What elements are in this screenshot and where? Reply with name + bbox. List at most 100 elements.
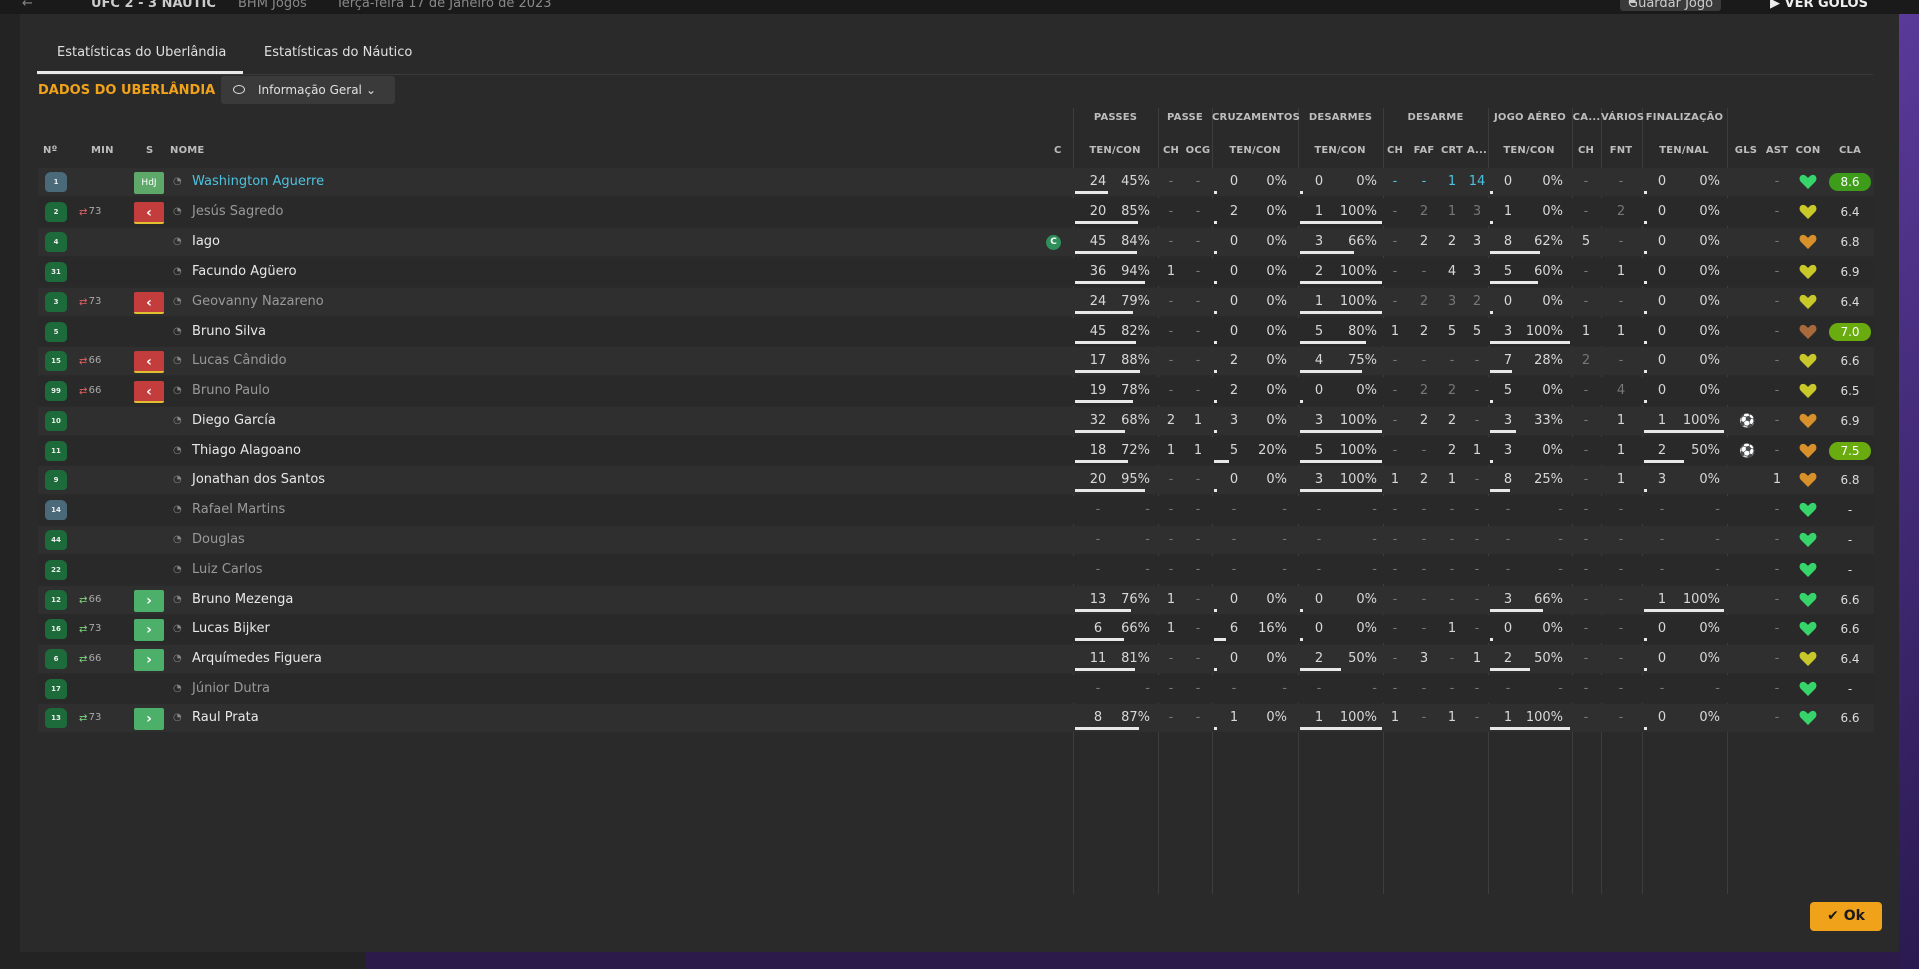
tab-nautico-stats[interactable]: Estatísticas do Náutico (264, 36, 412, 74)
table-row[interactable]: 15 ⇄ 66 ‹ ◔ Lucas Cândido 17 88% - -2 0% 4 75% - - - -7 2… (38, 347, 1874, 375)
table-row[interactable]: 9 ◔ Jonathan dos Santos 20 95% - -0 0% 3 100% 1 2 1-… (38, 466, 1874, 494)
col-header-gls[interactable]: GLS (1735, 145, 1757, 156)
table-row[interactable]: 13 ⇄ 73 › ◔ Raul Prata 8 87% - -1 0% 1 100% 1-1-1 100%… (38, 704, 1874, 732)
player-name[interactable]: Jonathan dos Santos (192, 466, 325, 494)
player-name[interactable]: Thiago Alagoano (192, 437, 301, 465)
player-name[interactable]: Luiz Carlos (192, 556, 263, 584)
match-date: Terça-feira 17 de Janeiro de 2023 (336, 0, 552, 11)
col-header-num[interactable]: Nº (43, 145, 57, 156)
table-row[interactable]: 12 ⇄ 66 › ◔ Bruno Mezenga 13 76% 1-0 0% 0 0% - - - -3 66… (38, 586, 1874, 614)
player-name[interactable]: Bruno Paulo (192, 377, 270, 405)
player-name[interactable]: Douglas (192, 526, 245, 554)
player-name[interactable]: Júnior Dutra (192, 675, 270, 703)
person-icon: ◔ (173, 653, 182, 664)
col-header-passes[interactable]: TEN/CON (1089, 145, 1140, 156)
ok-button[interactable]: ✔ Ok (1810, 902, 1882, 931)
col-header-varios-fnt[interactable]: FNT (1610, 145, 1633, 156)
table-row[interactable]: 10 ◔ Diego García 32 68% 2 1 3 0% 3 100% -2 2-3 33% -1… (38, 407, 1874, 435)
chances-created: - (1195, 324, 1201, 339)
table-row[interactable]: 1 HdJ ◔ Washington Aguerre 24 45% - -0 0% 0 0% - -1 1… (38, 168, 1874, 196)
player-name[interactable]: Diego García (192, 407, 276, 435)
percentage-bar (1300, 191, 1303, 194)
player-name[interactable]: Facundo Agüero (192, 258, 297, 286)
percentage-bar (1300, 370, 1362, 373)
person-icon: ◔ (173, 176, 182, 187)
desarme-a: 3 (1472, 234, 1482, 249)
back-arrow-icon[interactable]: ← (22, 0, 33, 11)
crosses-attempted: 5 (1229, 443, 1239, 458)
col-header-finalizacao[interactable]: TEN/NAL (1659, 145, 1709, 156)
key-passes: - (1168, 472, 1174, 487)
table-row[interactable]: 22 ◔ Luiz Carlos - - - - - - - - - - - - - - - - - - - - (38, 556, 1874, 584)
player-name[interactable]: Iago (192, 228, 220, 256)
table-row[interactable]: 17 ◔ Júnior Dutra - - - - - - - - - - - - - - - - - - - - (38, 675, 1874, 703)
col-header-con[interactable]: CON (1796, 145, 1821, 156)
table-row[interactable]: 2 ⇄ 73 ‹ ◔ Jesús Sagredo 20 85% - -2 0% 1 100% -2 1 3 1 0… (38, 198, 1874, 226)
ca-ch: - (1583, 472, 1589, 487)
col-header-s[interactable]: S (146, 145, 153, 156)
player-name[interactable]: Lucas Cândido (192, 347, 287, 375)
table-row[interactable]: 44 ◔ Douglas - - - - - - - - - - - - - - - - - - - - (38, 526, 1874, 554)
player-name[interactable]: Rafael Martins (192, 496, 285, 524)
col-header-ca-ch[interactable]: CH (1578, 145, 1594, 156)
view-goals-button[interactable]: ▶ VER GOLOS (1770, 0, 1868, 11)
table-row[interactable]: 16 ⇄ 73 › ◔ Lucas Bijker 6 66% 1-6 16% 0 0% - -1-0 0% -… (38, 615, 1874, 643)
sub-minute: 73 (88, 712, 102, 723)
desarme-a: - (1474, 472, 1480, 487)
col-header-passe-ch[interactable]: CH (1163, 145, 1179, 156)
player-name[interactable]: Lucas Bijker (192, 615, 270, 643)
table-row[interactable]: 99 ⇄ 66 ‹ ◔ Bruno Paulo 19 78% - -2 0% 0 0% -2 2-5 0% -4… (38, 377, 1874, 405)
player-name[interactable]: Washington Aguerre (192, 168, 324, 196)
save-game-button[interactable]: ▪ Guardar Jogo (1620, 0, 1722, 11)
col-header-nome[interactable]: NOME (170, 145, 204, 156)
table-row[interactable]: 3 ⇄ 73 ‹ ◔ Geovanny Nazareno 24 79% - -0 0% 1 100% -2… (38, 288, 1874, 316)
shots-on-target: 0% (1699, 264, 1720, 279)
player-name[interactable]: Jesús Sagredo (192, 198, 283, 226)
table-row[interactable]: 11 ◔ Thiago Alagoano 18 72% 1 1 5 20% 5 100% - -2 1 3 0… (38, 437, 1874, 465)
col-header-desarme-a[interactable]: A... (1467, 145, 1487, 156)
table-row[interactable]: 14 ◔ Rafael Martins - - - - - - - - - - - - - - - - - - - - (38, 496, 1874, 524)
tab-uberlandia-stats[interactable]: Estatísticas do Uberlândia (37, 36, 243, 74)
player-name[interactable]: Bruno Mezenga (192, 586, 293, 614)
player-name[interactable]: Arquímedes Figuera (192, 645, 322, 673)
table-row[interactable]: 5 ◔ Bruno Silva 45 82% - -0 0% 5 80% 1 2 5 5 3 100% 1 1 0 0… (38, 318, 1874, 346)
col-header-c[interactable]: C (1054, 145, 1062, 156)
desarme-faf: 2 (1419, 234, 1429, 249)
col-header-desarme-crt[interactable]: CRT (1441, 145, 1463, 156)
crosses-completion: 0% (1266, 651, 1287, 666)
player-name[interactable]: Geovanny Nazareno (192, 288, 324, 316)
ca-ch: 1 (1581, 324, 1591, 339)
percentage-bar (1300, 668, 1341, 671)
shots-attempted: 0 (1657, 324, 1667, 339)
player-name[interactable]: Raul Prata (192, 704, 259, 732)
col-header-desarme-faf[interactable]: FAF (1414, 145, 1435, 156)
col-header-jogo-aereo[interactable]: TEN/CON (1503, 145, 1554, 156)
table-row[interactable]: 4 ◔ Iago C 45 84% - -0 0% 3 66% -2 2 3 8 62% 5-0 0% -6.8 (38, 228, 1874, 256)
subbed-on-badge: › (134, 619, 164, 641)
player-name[interactable]: Bruno Silva (192, 318, 266, 346)
percentage-bar (1214, 727, 1217, 730)
assists: - (1774, 383, 1780, 398)
passes-completion: - (1145, 502, 1150, 517)
table-row[interactable]: 31 ◔ Facundo Agüero 36 94% 1-0 0% 2 100% - -4 3 5 60%… (38, 258, 1874, 286)
percentage-bar (1214, 251, 1217, 254)
col-header-desarme-ch[interactable]: CH (1387, 145, 1403, 156)
tackles-completion: - (1372, 532, 1377, 547)
shirt-number-icon: 5 (45, 322, 67, 342)
table-row[interactable]: 6 ⇄ 66 › ◔ Arquímedes Figuera 11 81% - -0 0% 2 50% -3… (38, 645, 1874, 673)
crosses-attempted: 0 (1229, 174, 1239, 189)
shots-on-target: 0% (1699, 324, 1720, 339)
condition-heart-icon (1799, 532, 1817, 548)
desarme-ch: - (1392, 413, 1398, 428)
col-header-min[interactable]: MIN (91, 145, 114, 156)
group-header-passes: PASSES (1093, 112, 1138, 123)
view-dropdown[interactable]: Informação Geral ⌄ (221, 76, 395, 104)
tabs-divider (37, 74, 1873, 75)
col-header-passe-ocg[interactable]: OCG (1186, 145, 1211, 156)
col-header-desarmes[interactable]: TEN/CON (1314, 145, 1365, 156)
tackles-attempted: 0 (1314, 383, 1324, 398)
col-header-cla[interactable]: CLA (1839, 145, 1861, 156)
key-passes: 1 (1166, 443, 1176, 458)
col-header-cruzamentos[interactable]: TEN/CON (1229, 145, 1280, 156)
col-header-ast[interactable]: AST (1766, 145, 1788, 156)
